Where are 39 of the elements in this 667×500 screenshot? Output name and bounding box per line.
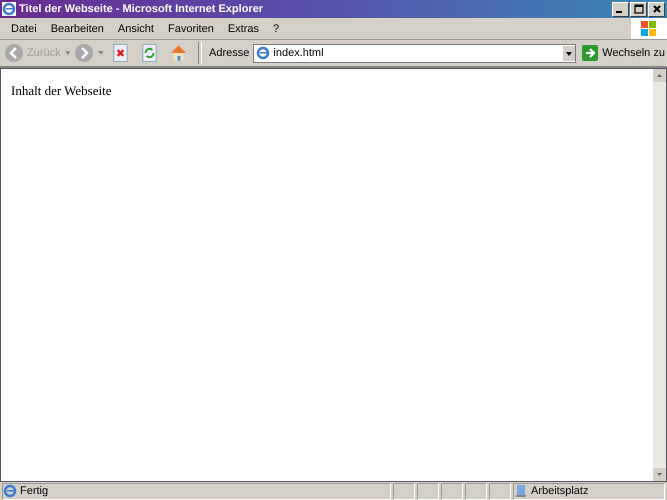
scrollbar[interactable]	[653, 69, 666, 481]
scroll-down-button[interactable]	[653, 468, 666, 481]
status-panel	[465, 482, 487, 500]
page-icon	[256, 46, 270, 60]
windows-logo-icon	[631, 18, 667, 39]
page-icon	[3, 484, 17, 498]
status-text: Fertig	[2, 482, 391, 500]
status-panel	[441, 482, 463, 500]
go-button[interactable]: Wechseln zu	[580, 45, 667, 61]
menu-item[interactable]: Bearbeiten	[44, 22, 111, 34]
status-panel	[417, 482, 439, 500]
menu-item[interactable]: Ansicht	[110, 22, 161, 34]
window-title: Titel der Webseite - Microsoft Internet Explorer	[19, 3, 264, 15]
refresh-icon[interactable]	[140, 43, 160, 63]
close-button[interactable]	[648, 2, 665, 16]
menu-item[interactable]: Datei	[4, 22, 44, 34]
menu-item[interactable]: Extras	[220, 22, 266, 34]
scroll-up-button[interactable]	[653, 69, 666, 82]
minimize-icon	[616, 10, 622, 12]
home-icon[interactable]	[169, 43, 188, 63]
maximize-icon	[632, 3, 644, 15]
computer-icon	[514, 484, 528, 498]
close-icon	[650, 3, 662, 15]
status-panel	[393, 482, 415, 500]
browser-icon	[2, 2, 16, 16]
address-field[interactable]: index.html	[253, 44, 576, 62]
status-panel	[489, 482, 511, 500]
menu-item[interactable]: ?	[266, 22, 286, 34]
maximize-button[interactable]	[630, 2, 647, 16]
zone-text: Arbeitsplatz	[513, 482, 665, 500]
page-content-text: Inhalt der Webseite	[11, 83, 113, 99]
minimize-button[interactable]	[612, 2, 629, 16]
dropdown-button[interactable]	[563, 46, 576, 60]
go-arrow-icon	[582, 45, 598, 61]
stop-icon[interactable]	[111, 43, 130, 63]
dropdown-arrow-icon[interactable]	[98, 51, 104, 55]
menu-item[interactable]: Favoriten	[160, 22, 221, 34]
address-label: Adresse	[209, 47, 250, 59]
dropdown-arrow-icon[interactable]	[64, 51, 70, 55]
